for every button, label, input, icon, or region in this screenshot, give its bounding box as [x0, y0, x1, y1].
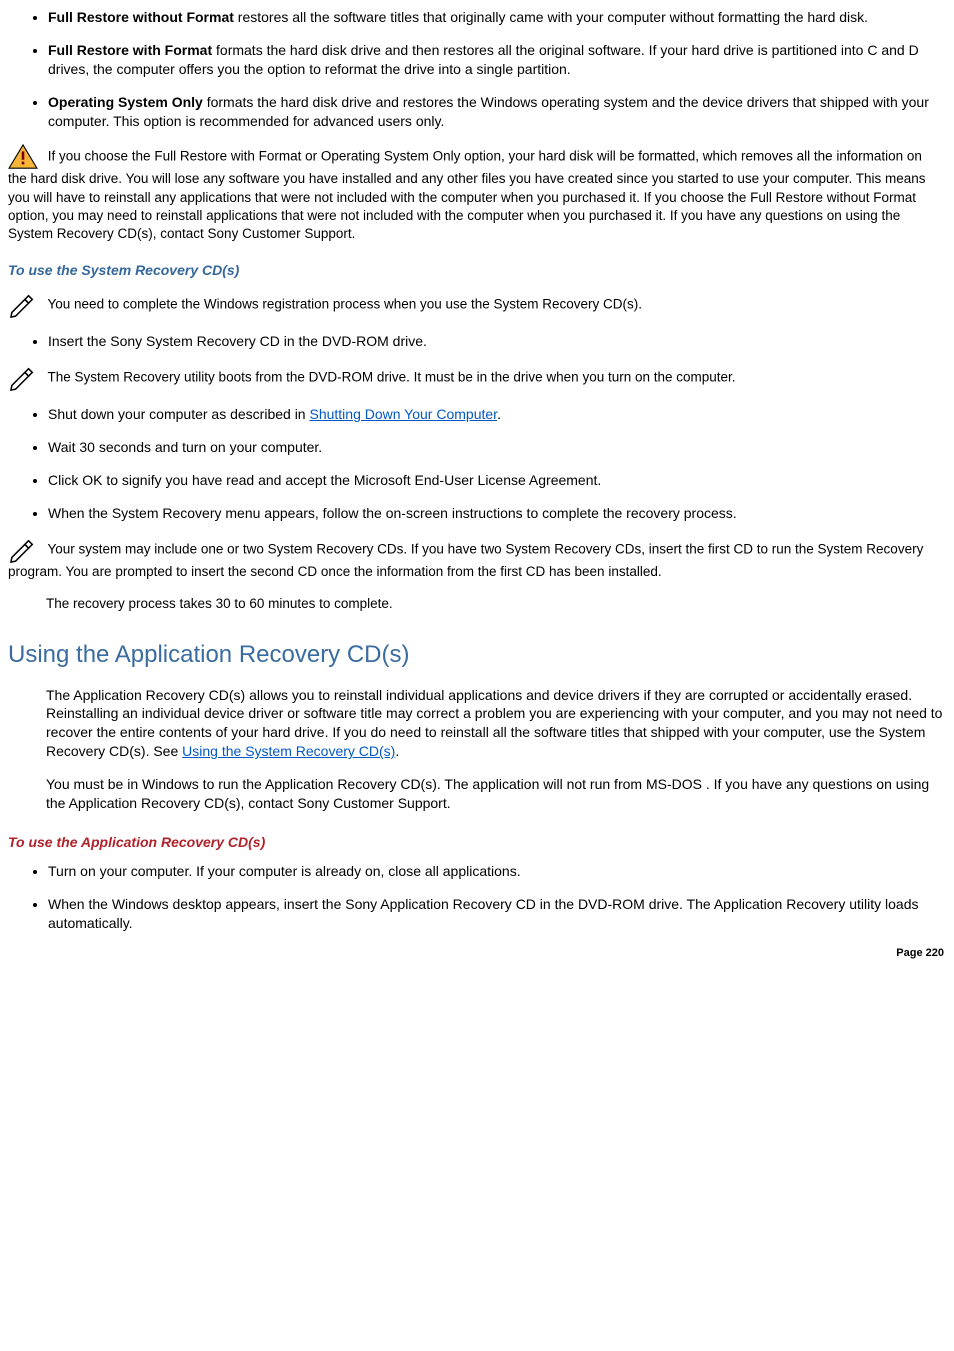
note-text: The System Recovery utility boots from t…: [44, 370, 736, 385]
heading-use-system-recovery: To use the System Recovery CD(s): [8, 261, 944, 280]
pencil-note: You need to complete the Windows registr…: [8, 292, 944, 318]
pencil-note-icon: [8, 537, 38, 563]
list-item: Wait 30 seconds and turn on your compute…: [48, 438, 944, 457]
warning-note: If you choose the Full Restore with Form…: [8, 144, 944, 243]
option-label: Full Restore with Format: [48, 42, 212, 58]
step-text: Insert the Sony System Recovery CD in th…: [48, 333, 427, 349]
page-number: Page 220: [8, 946, 944, 961]
step-list-1: Insert the Sony System Recovery CD in th…: [48, 332, 944, 351]
pencil-note-icon: [8, 365, 38, 391]
apprec-paragraph-2: You must be in Windows to run the Applic…: [8, 775, 944, 813]
warning-text: If you choose the Full Restore with Form…: [8, 149, 926, 241]
step-text: Click OK to signify you have read and ac…: [48, 472, 601, 488]
pencil-note-icon: [8, 292, 38, 318]
list-item: When the System Recovery menu appears, f…: [48, 504, 944, 523]
list-item: Click OK to signify you have read and ac…: [48, 471, 944, 490]
list-item: Turn on your computer. If your computer …: [48, 862, 944, 881]
step-text: When the System Recovery menu appears, f…: [48, 505, 737, 521]
option-label: Operating System Only: [48, 94, 203, 110]
link-shutting-down[interactable]: Shutting Down Your Computer: [309, 406, 497, 422]
step-text: Wait 30 seconds and turn on your compute…: [48, 439, 322, 455]
section-heading-app-recovery: Using the Application Recovery CD(s): [8, 639, 944, 671]
list-item: Full Restore without Format restores all…: [48, 8, 944, 27]
list-item: Insert the Sony System Recovery CD in th…: [48, 332, 944, 351]
option-label: Full Restore without Format: [48, 9, 234, 25]
list-item: When the Windows desktop appears, insert…: [48, 895, 944, 933]
recovery-time-text: The recovery process takes 30 to 60 minu…: [46, 595, 944, 613]
list-item: Full Restore with Format formats the har…: [48, 41, 944, 79]
apprec-paragraph-1: The Application Recovery CD(s) allows yo…: [8, 686, 944, 762]
para-text-post: .: [395, 743, 399, 759]
step-text: Shut down your computer as described in: [48, 406, 309, 422]
warning-triangle-icon: [8, 144, 38, 170]
note-text: You need to complete the Windows registr…: [44, 297, 642, 312]
apprec-step-list: Turn on your computer. If your computer …: [48, 862, 944, 933]
pencil-note: Your system may include one or two Syste…: [8, 537, 944, 581]
pencil-note: The System Recovery utility boots from t…: [8, 365, 944, 391]
list-item: Shut down your computer as described in …: [48, 405, 944, 424]
option-desc: restores all the software titles that or…: [234, 9, 868, 25]
restore-options-list: Full Restore without Format restores all…: [48, 8, 944, 130]
step-text: When the Windows desktop appears, insert…: [48, 896, 918, 931]
step-text: Turn on your computer. If your computer …: [48, 863, 521, 879]
link-using-system-recovery[interactable]: Using the System Recovery CD(s): [182, 743, 395, 759]
step-list-2: Shut down your computer as described in …: [48, 405, 944, 523]
para-text: The Application Recovery CD(s) allows yo…: [46, 687, 942, 760]
note-text: Your system may include one or two Syste…: [8, 541, 923, 578]
list-item: Operating System Only formats the hard d…: [48, 93, 944, 131]
step-text-post: .: [497, 406, 501, 422]
heading-use-app-recovery: To use the Application Recovery CD(s): [8, 833, 944, 852]
